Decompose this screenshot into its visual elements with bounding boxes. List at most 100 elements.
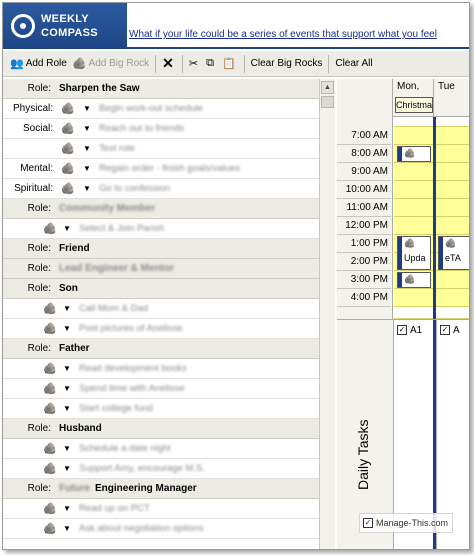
toolbar-separator <box>328 54 330 73</box>
dropdown-arrow-icon[interactable]: ▼ <box>63 403 71 415</box>
goal-row[interactable]: 🪨 ▼ Call Mom & Dad <box>3 299 319 319</box>
time-slot[interactable] <box>436 163 469 181</box>
app-window: WEEKLY COMPASS What if your life could b… <box>2 2 470 550</box>
cut-button[interactable]: ✂ <box>186 54 203 74</box>
daily-tasks-title: Daily Tasks <box>355 419 371 490</box>
tagline-link[interactable]: What if your life could be a series of e… <box>129 29 469 47</box>
goal-row[interactable]: Social: 🪨 ▼ Reach out to friends <box>3 119 319 139</box>
rock-icon: 🪨 <box>404 274 416 284</box>
goal-row[interactable]: 🪨 ▼ Read up on PCT <box>3 499 319 519</box>
goal-row[interactable]: 🪨 ▼ Schedule a date night <box>3 439 319 459</box>
close-icon: ✕ <box>162 55 174 71</box>
day-header-tue[interactable]: Tue <box>433 79 469 117</box>
goal-row[interactable]: 🪨 ▼ Text role <box>3 139 319 159</box>
dropdown-arrow-icon[interactable]: ▼ <box>63 223 71 235</box>
logo-text-weekly: WEEKLY <box>41 13 89 25</box>
dropdown-arrow-icon[interactable]: ▼ <box>63 503 71 515</box>
vertical-scrollbar[interactable]: ▲ <box>319 79 335 549</box>
task-column-header[interactable]: ✓ A1 <box>394 322 422 338</box>
category-label: Mental: <box>20 163 53 174</box>
goal-row[interactable]: 🪨 ▼ Select & Join Parish <box>3 219 319 239</box>
paste-button[interactable]: 📋 <box>219 54 241 74</box>
time-slot[interactable] <box>436 145 469 163</box>
role-header-row[interactable]: Role: Son <box>3 279 319 299</box>
time-slot[interactable] <box>436 307 469 319</box>
role-header-row[interactable]: Role: Sharpen the Saw <box>3 79 319 99</box>
goal-row[interactable]: 🪨 ▼ Spend time with Anelisse <box>3 379 319 399</box>
dropdown-arrow-icon[interactable]: ▼ <box>83 183 91 195</box>
role-name: Friend <box>59 243 90 254</box>
dropdown-arrow-icon[interactable]: ▼ <box>83 103 91 115</box>
time-slot[interactable] <box>436 217 469 235</box>
goal-row[interactable]: 🪨 ▼ Post pictures of Anelisse <box>3 319 319 339</box>
time-slot[interactable] <box>394 127 433 145</box>
dropdown-arrow-icon[interactable]: ▼ <box>83 163 91 175</box>
scroll-thumb[interactable] <box>321 96 334 108</box>
role-label: Role: <box>27 483 51 494</box>
time-slot[interactable] <box>394 217 433 235</box>
dropdown-arrow-icon[interactable]: ▼ <box>63 443 71 455</box>
dropdown-arrow-icon[interactable]: ▼ <box>63 463 71 475</box>
rock-icon: 🪨 <box>404 148 416 158</box>
role-header-row[interactable]: Role: Father <box>3 339 319 359</box>
task-column-label: A <box>453 324 460 336</box>
time-slot[interactable] <box>394 163 433 181</box>
day-header-mon[interactable]: Mon, Christmas <box>393 79 433 117</box>
time-slot[interactable] <box>436 117 469 127</box>
all-day-event[interactable]: Christmas <box>395 97 433 113</box>
calendar-grid: Mon, Christmas Tue 7:00 AM 8:00 AM 9:00 … <box>337 79 469 319</box>
dropdown-arrow-icon[interactable]: ▼ <box>63 303 71 315</box>
dropdown-arrow-icon[interactable]: ▼ <box>83 143 91 155</box>
add-big-rock-button[interactable]: 🪨 Add Big Rock <box>70 54 152 74</box>
goal-row[interactable]: Physical: 🪨 ▼ Begin work-out schedule <box>3 99 319 119</box>
time-slot[interactable] <box>394 289 433 307</box>
goal-row[interactable]: 🪨 ▼ Ask about negotiation options <box>3 519 319 539</box>
dropdown-arrow-icon[interactable]: ▼ <box>63 323 71 335</box>
rock-icon: 🪨 <box>43 362 57 375</box>
time-slot[interactable] <box>436 199 469 217</box>
goal-row[interactable]: Spiritual: 🪨 ▼ Go to confession <box>3 179 319 199</box>
dropdown-arrow-icon[interactable]: ▼ <box>63 523 71 535</box>
dropdown-arrow-icon[interactable]: ▼ <box>83 123 91 135</box>
time-slot[interactable] <box>436 271 469 289</box>
goal-row[interactable]: 🪨 ▼ Support Amy, encourage M.S. <box>3 459 319 479</box>
role-header-row[interactable]: Role: Future Engineering Manager <box>3 479 319 499</box>
rock-icon: 🪨 <box>43 502 57 515</box>
clear-big-rocks-button[interactable]: Clear Big Rocks <box>248 54 326 74</box>
goal-row[interactable]: Mental: 🪨 ▼ Regain order - finish goals/… <box>3 159 319 179</box>
goal-row[interactable]: 🪨 ▼ Start college fund <box>3 399 319 419</box>
time-slot[interactable] <box>436 289 469 307</box>
clear-all-button[interactable]: Clear All <box>332 54 375 74</box>
goal-text: Text role <box>99 143 135 154</box>
add-role-button[interactable]: 👥 Add Role <box>7 54 70 74</box>
time-slot[interactable] <box>394 117 433 127</box>
appointment[interactable]: 🪨 <box>397 272 431 288</box>
scroll-up-icon[interactable]: ▲ <box>321 81 334 94</box>
rock-icon: 🪨 <box>61 142 75 155</box>
checkbox-checked-icon[interactable]: ✓ <box>440 325 450 335</box>
appointment[interactable]: 🪨 Upda <box>397 236 431 270</box>
appointment-bar <box>439 237 443 269</box>
task-column-header[interactable]: ✓ A <box>437 322 460 338</box>
role-header-row[interactable]: Role: Lead Engineer & Mentor <box>3 259 319 279</box>
time-slot[interactable] <box>394 307 433 319</box>
delete-button[interactable]: ✕ <box>159 54 179 74</box>
copy-button[interactable]: ⧉ <box>203 54 219 74</box>
dropdown-arrow-icon[interactable]: ▼ <box>63 363 71 375</box>
appointment-bar <box>398 273 402 287</box>
logo-text-compass: COMPASS <box>41 27 98 39</box>
role-header-row[interactable]: Role: Community Member <box>3 199 319 219</box>
toolbar-separator <box>155 54 157 73</box>
time-slot[interactable] <box>436 127 469 145</box>
time-slot[interactable] <box>436 181 469 199</box>
time-label: 11:00 AM <box>337 199 391 217</box>
time-slot[interactable] <box>394 199 433 217</box>
dropdown-arrow-icon[interactable]: ▼ <box>63 383 71 395</box>
role-header-row[interactable]: Role: Friend <box>3 239 319 259</box>
goal-row[interactable]: 🪨 ▼ Read development books <box>3 359 319 379</box>
role-header-row[interactable]: Role: Husband <box>3 419 319 439</box>
appointment[interactable]: 🪨 eTA <box>438 236 469 270</box>
appointment[interactable]: 🪨 <box>397 146 431 162</box>
time-slot[interactable] <box>394 181 433 199</box>
checkbox-checked-icon[interactable]: ✓ <box>397 325 407 335</box>
